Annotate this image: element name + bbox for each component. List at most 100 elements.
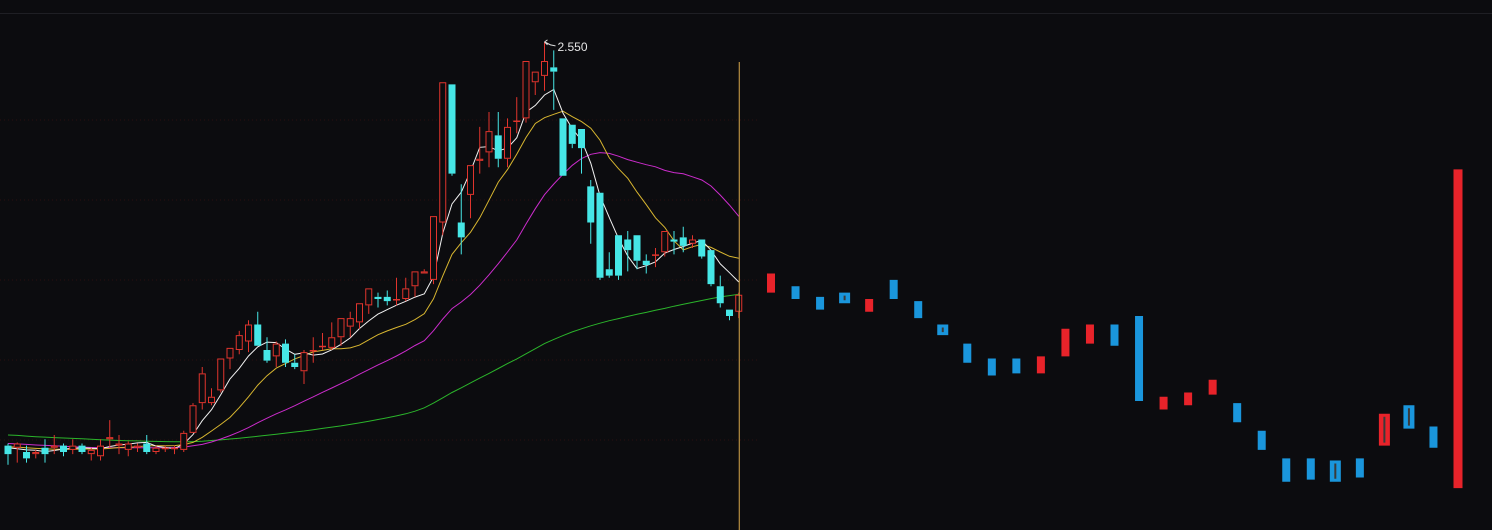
candle-body bbox=[494, 135, 502, 159]
projection-bar-13 bbox=[1085, 324, 1094, 344]
candle-body bbox=[624, 239, 632, 251]
candle-body bbox=[374, 296, 382, 299]
projection-bar-body bbox=[1184, 392, 1193, 406]
candle-body bbox=[198, 373, 206, 404]
projection-bar-body bbox=[1036, 356, 1045, 374]
projection-bar-body bbox=[889, 279, 898, 299]
candle-body bbox=[152, 447, 160, 452]
projection-bar-body bbox=[1306, 458, 1315, 480]
candle-23 bbox=[217, 358, 225, 393]
candle-body bbox=[383, 296, 391, 302]
projection-bar-7 bbox=[937, 324, 949, 336]
candle-75 bbox=[698, 239, 706, 259]
candle-body bbox=[485, 131, 493, 153]
candle-body bbox=[587, 186, 595, 223]
candle-body bbox=[568, 124, 576, 144]
candle-body bbox=[50, 445, 58, 448]
candle-body bbox=[134, 445, 141, 448]
candle-body bbox=[272, 343, 280, 357]
projection-bar-25 bbox=[1378, 413, 1390, 446]
candle-body bbox=[143, 443, 151, 452]
candle-body bbox=[78, 445, 86, 452]
candle-body bbox=[550, 67, 558, 72]
candle-body bbox=[87, 449, 95, 455]
projection-bar-4 bbox=[865, 299, 874, 312]
projection-bar-body bbox=[1110, 324, 1119, 346]
candle-body bbox=[300, 352, 308, 372]
projection-bar-9 bbox=[987, 358, 996, 376]
projection-bar-body bbox=[816, 296, 825, 310]
candle-body bbox=[707, 250, 715, 285]
candle-body bbox=[161, 447, 169, 450]
projection-bar-10 bbox=[1012, 358, 1021, 374]
candle-body bbox=[670, 239, 678, 242]
candle-body bbox=[430, 216, 437, 280]
candle-body bbox=[633, 235, 641, 261]
projection-bar-body bbox=[1257, 430, 1266, 450]
candle-body bbox=[605, 269, 613, 276]
candle-46 bbox=[430, 216, 437, 285]
projection-bar-body bbox=[865, 299, 874, 312]
candle-body bbox=[115, 443, 123, 446]
candle-66 bbox=[615, 235, 622, 280]
candle-body bbox=[698, 239, 706, 257]
projection-bar-14 bbox=[1110, 324, 1119, 346]
candle-body bbox=[32, 452, 40, 455]
candle-body bbox=[522, 61, 530, 119]
candle-body bbox=[716, 286, 724, 304]
candle-body bbox=[41, 447, 49, 455]
candle-body bbox=[726, 309, 733, 316]
projection-bar-8 bbox=[963, 343, 972, 363]
candle-body bbox=[263, 350, 271, 361]
candle-body bbox=[615, 235, 622, 276]
candle-60 bbox=[559, 118, 567, 176]
peak-price-label: 2.550 bbox=[558, 40, 588, 54]
projection-bar-16 bbox=[1159, 396, 1168, 410]
projection-bar-body bbox=[1159, 396, 1168, 410]
candle-body bbox=[245, 324, 252, 342]
candle-body bbox=[208, 396, 215, 404]
projection-bar-5 bbox=[889, 279, 898, 299]
candle-body bbox=[4, 445, 12, 455]
projection-bar-15 bbox=[1135, 316, 1144, 401]
candle-body bbox=[337, 318, 345, 338]
candle-body bbox=[356, 303, 363, 323]
projection-bar-12 bbox=[1061, 328, 1070, 357]
projection-bar-11 bbox=[1036, 356, 1045, 374]
candle-body bbox=[328, 337, 336, 348]
candle-body bbox=[531, 71, 539, 83]
candle-body bbox=[282, 343, 289, 363]
projection-bar-18 bbox=[1208, 379, 1217, 395]
candle-body bbox=[60, 445, 67, 452]
candle-body bbox=[661, 231, 669, 253]
projection-bar-body bbox=[987, 358, 996, 376]
projection-bar-0 bbox=[767, 273, 775, 293]
projection-bar-19 bbox=[1233, 403, 1242, 423]
projection-bar-22 bbox=[1306, 458, 1315, 480]
projection-bar-28 bbox=[1453, 169, 1463, 489]
projection-bar-body bbox=[1208, 379, 1217, 395]
candle-body bbox=[180, 432, 188, 450]
projection-bar-body bbox=[1453, 169, 1463, 489]
projection-bar-body bbox=[791, 286, 800, 299]
candle-body bbox=[652, 254, 659, 256]
candle-body bbox=[13, 443, 21, 448]
projection-bar-body bbox=[1282, 458, 1291, 482]
projection-bar-body bbox=[1135, 316, 1144, 401]
candle-body bbox=[217, 358, 225, 391]
projection-bar-26 bbox=[1403, 405, 1415, 429]
candle-body bbox=[393, 299, 400, 301]
projection-bar-body bbox=[1085, 324, 1094, 344]
candle-body bbox=[291, 362, 299, 367]
projection-bar-body bbox=[963, 343, 972, 363]
projection-bar-body bbox=[914, 301, 923, 319]
projection-bar-17 bbox=[1184, 392, 1193, 406]
projection-bar-body bbox=[1233, 403, 1242, 423]
candle-body bbox=[504, 126, 511, 159]
candle-body bbox=[559, 118, 567, 176]
projection-bar-body bbox=[767, 273, 775, 293]
projection-bar-23 bbox=[1329, 460, 1341, 482]
candle-56 bbox=[522, 61, 530, 123]
projection-bar-1 bbox=[791, 286, 800, 299]
candle-body bbox=[189, 405, 197, 433]
